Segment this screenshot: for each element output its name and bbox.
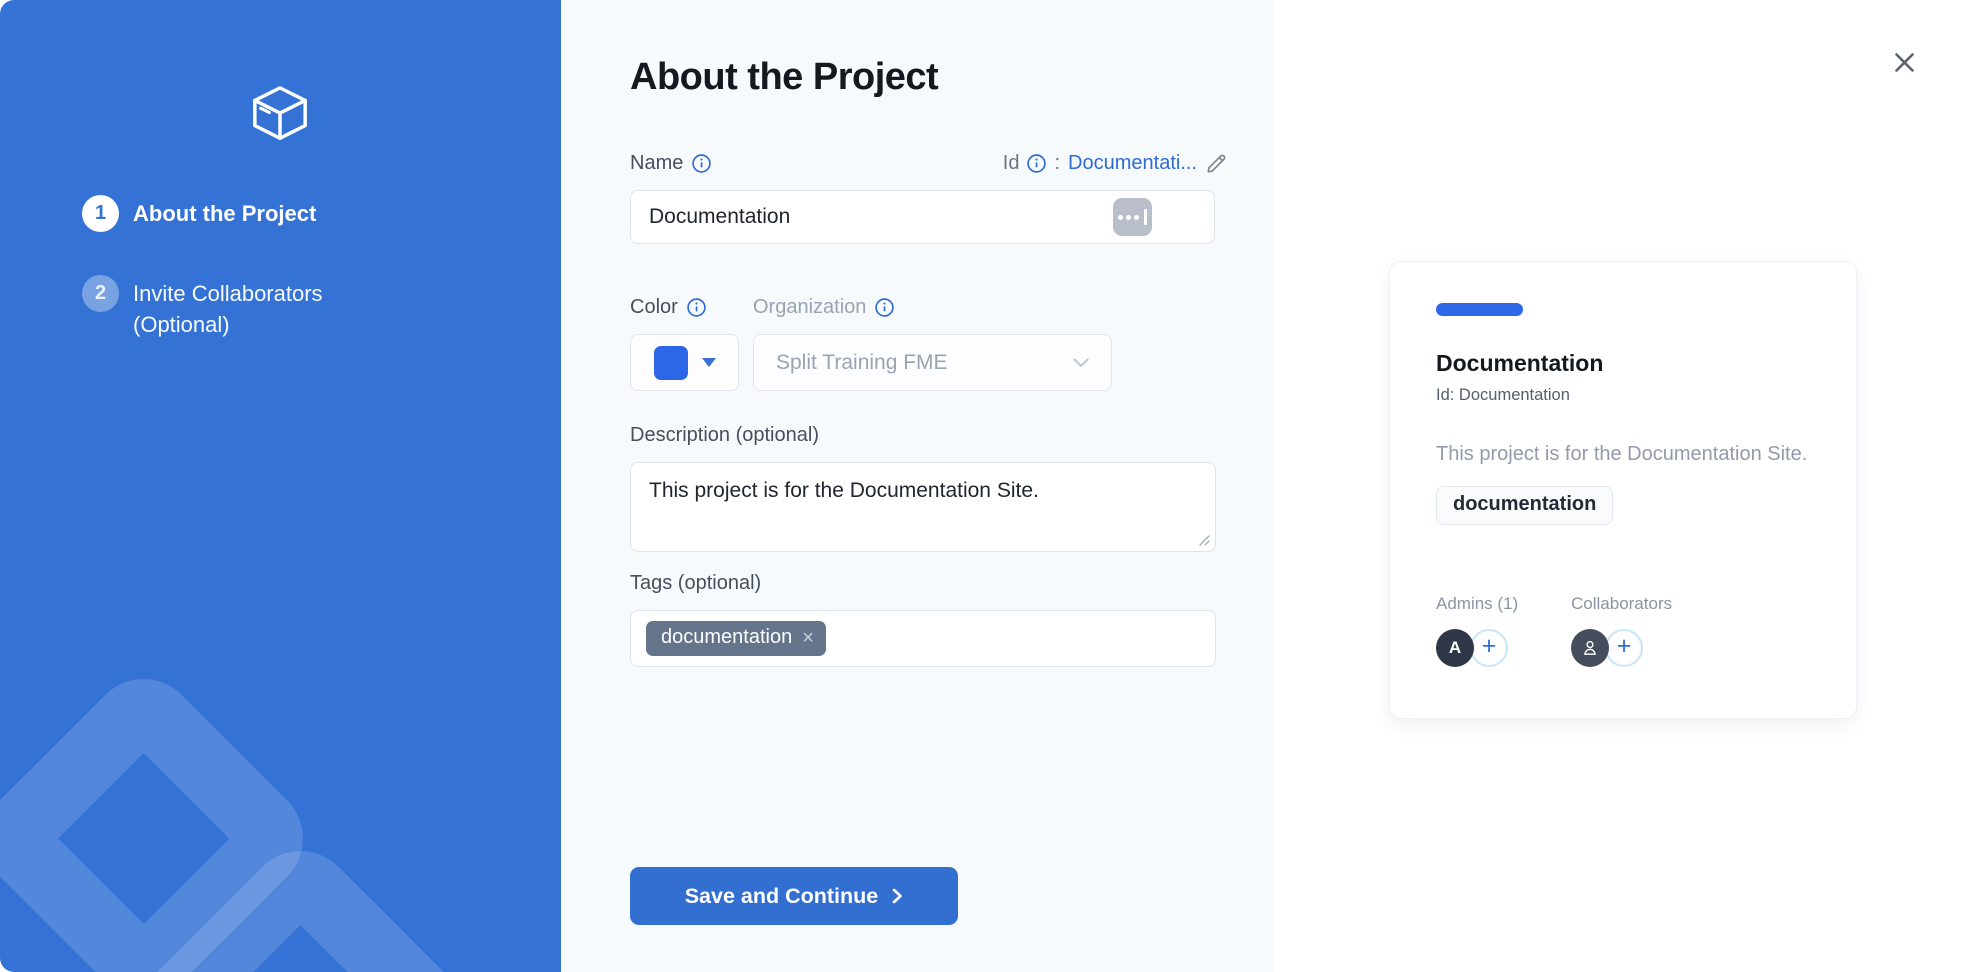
collaborator-avatar	[1571, 629, 1609, 667]
sidebar-step-about-project[interactable]: 1 About the Project	[82, 195, 316, 232]
project-id-row: Id : Documentati...	[861, 152, 1227, 175]
admins-section: Admins (1) A +	[1436, 594, 1518, 667]
collaborators-avatar-row: +	[1571, 629, 1672, 667]
preview-project-id: Id: Documentation	[1436, 386, 1810, 405]
about-project-form: About the Project Name Id : Documentati.…	[561, 0, 1274, 972]
organization-label: Organization	[753, 296, 894, 319]
save-button-label: Save and Continue	[685, 884, 879, 909]
id-separator: :	[1054, 152, 1060, 175]
step-label-line1: Invite Collaborators	[133, 278, 323, 309]
tags-input[interactable]: documentation ×	[630, 610, 1216, 667]
step-number-badge: 1	[82, 195, 119, 232]
step-label: About the Project	[133, 195, 316, 232]
organization-select[interactable]: Split Training FME	[753, 334, 1112, 391]
id-label-text: Id	[1003, 152, 1020, 175]
add-admin-button[interactable]: +	[1470, 629, 1508, 667]
name-label-text: Name	[630, 152, 683, 175]
admin-avatar: A	[1436, 629, 1474, 667]
organization-selected-value: Split Training FME	[776, 351, 948, 375]
organization-info-icon[interactable]	[875, 298, 894, 317]
id-info-icon[interactable]	[1027, 154, 1046, 173]
color-info-icon[interactable]	[687, 298, 706, 317]
close-icon[interactable]	[1884, 42, 1924, 82]
chevron-right-icon	[892, 888, 903, 904]
save-and-continue-button[interactable]: Save and Continue	[630, 867, 958, 925]
create-project-modal: 1 About the Project 2 Invite Collaborato…	[0, 0, 1974, 972]
admins-avatar-row: A +	[1436, 629, 1518, 667]
edit-id-pencil-icon[interactable]	[1205, 153, 1227, 175]
tags-label: Tags (optional)	[630, 572, 761, 595]
tag-chip: documentation ×	[646, 621, 826, 656]
collaborators-label: Collaborators	[1571, 594, 1672, 614]
page-title: About the Project	[630, 56, 938, 99]
step-label-line2: (Optional)	[133, 309, 323, 340]
wizard-sidebar: 1 About the Project 2 Invite Collaborato…	[0, 0, 561, 972]
person-icon	[1580, 638, 1600, 658]
project-preview-card: Documentation Id: Documentation This pro…	[1389, 261, 1857, 719]
step-number-badge: 2	[82, 275, 119, 312]
sidebar-step-invite-collaborators[interactable]: 2 Invite Collaborators (Optional)	[82, 275, 323, 340]
color-swatch	[654, 346, 688, 380]
caret-down-icon	[702, 358, 716, 367]
color-label-text: Color	[630, 296, 678, 319]
description-field-wrap: This project is for the Documentation Si…	[630, 462, 1216, 552]
color-picker[interactable]	[630, 334, 739, 391]
tag-remove-icon[interactable]: ×	[802, 628, 814, 648]
preview-project-title: Documentation	[1436, 350, 1810, 377]
project-color-bar	[1436, 303, 1523, 316]
description-textarea[interactable]: This project is for the Documentation Si…	[630, 462, 1216, 552]
preview-project-description: This project is for the Documentation Si…	[1436, 439, 1826, 469]
rename-cursor-icon[interactable]	[1113, 198, 1152, 236]
collaborators-section: Collaborators +	[1571, 594, 1672, 667]
preview-tag-chip: documentation	[1436, 486, 1613, 525]
step-label: Invite Collaborators (Optional)	[133, 275, 323, 340]
id-label: Id	[1003, 152, 1047, 175]
add-collaborator-button[interactable]: +	[1605, 629, 1643, 667]
name-label: Name	[630, 152, 711, 175]
preview-panel: Documentation Id: Documentation This pro…	[1274, 0, 1974, 972]
color-label: Color	[630, 296, 706, 319]
description-label: Description (optional)	[630, 424, 819, 447]
organization-label-text: Organization	[753, 296, 866, 319]
tag-chip-text: documentation	[661, 626, 792, 649]
name-info-icon[interactable]	[692, 154, 711, 173]
admins-label: Admins (1)	[1436, 594, 1518, 614]
project-box-icon	[249, 84, 311, 144]
project-id-link[interactable]: Documentati...	[1068, 152, 1197, 175]
chevron-down-icon	[1073, 358, 1089, 368]
